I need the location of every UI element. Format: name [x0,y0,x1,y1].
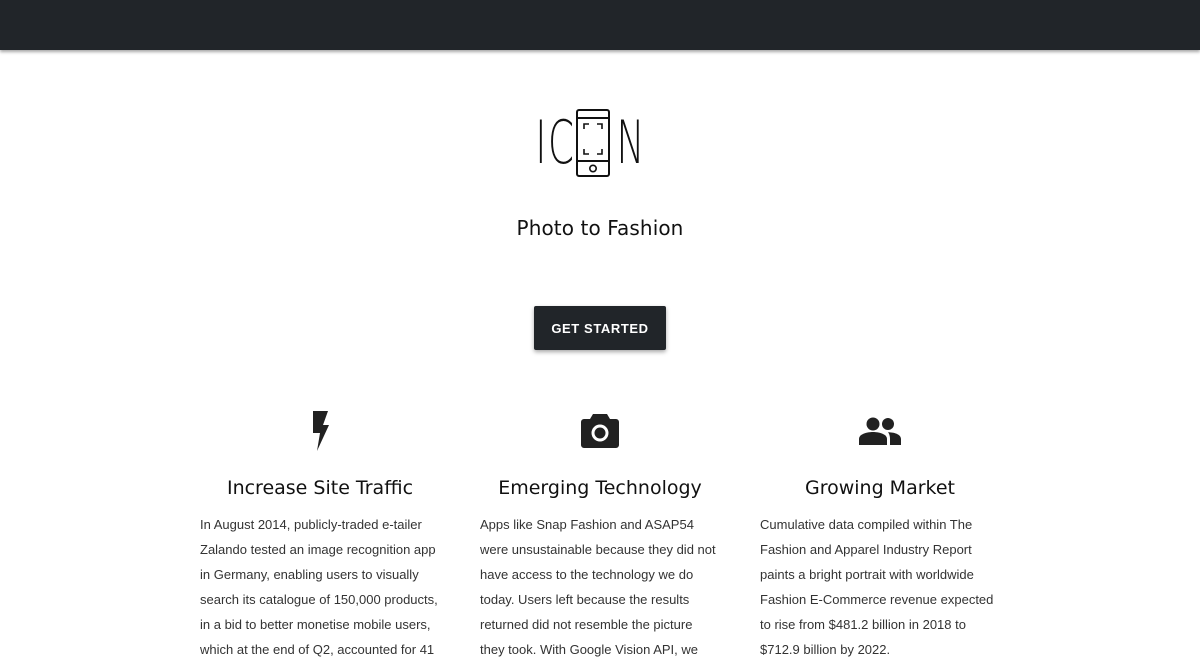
feature-body: Apps like Snap Fashion and ASAP54 were u… [480,517,716,657]
feature-increase-site-traffic: Increase Site Traffic In August 2014, pu… [200,408,440,662]
icon-logo[interactable]: I C N [535,108,662,178]
feature-body: Cumulative data compiled within The Fash… [760,517,994,657]
lightning-bolt-icon [313,411,329,451]
logo-letter-i: I [535,108,547,178]
phone-scan-icon [575,109,610,177]
feature-body: In August 2014, publicly-traded e-tailer… [200,517,438,657]
logo-letter-c: C [547,108,574,178]
tagline: Photo to Fashion [516,216,684,240]
feature-title: Growing Market [804,477,955,499]
people-icon [859,417,901,445]
logo-letter-n: N [616,108,644,178]
feature-growing-market: Growing Market Cumulative data compiled … [760,408,1000,662]
camera-icon [581,414,619,448]
get-started-button[interactable]: GET STARTED [534,306,666,350]
top-navbar [0,0,1200,50]
feature-emerging-technology: Emerging Technology Apps like Snap Fashi… [480,408,720,662]
feature-title: Increase Site Traffic [226,477,414,499]
feature-title: Emerging Technology [498,477,702,499]
